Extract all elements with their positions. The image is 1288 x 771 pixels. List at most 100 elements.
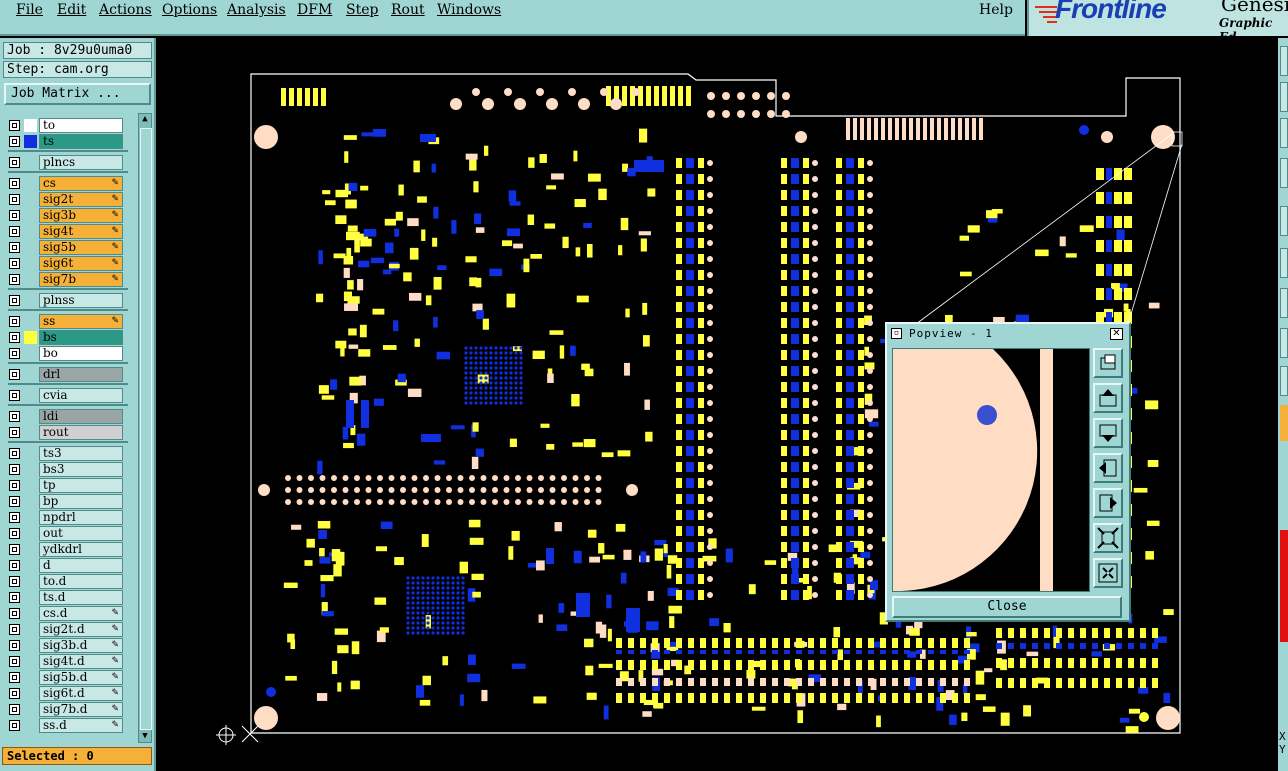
layer-color-swatch[interactable] bbox=[24, 119, 37, 132]
layer-row-d[interactable]: d bbox=[4, 558, 130, 574]
layer-row-sig4t[interactable]: sig4t ✎ bbox=[4, 224, 130, 240]
layer-name[interactable]: plncs bbox=[39, 155, 123, 170]
popview-titlebar[interactable]: ▫ Popview - 1 ✕ bbox=[889, 326, 1127, 342]
layer-row-ss.d[interactable]: ss.d ✎ bbox=[4, 718, 130, 734]
layer-checkbox[interactable] bbox=[9, 688, 20, 699]
layer-name[interactable]: cs.d ✎ bbox=[39, 606, 123, 621]
zoom-out-icon[interactable] bbox=[1093, 558, 1123, 588]
menu-dfm[interactable]: DFM bbox=[297, 2, 332, 18]
layer-name[interactable]: sig4t ✎ bbox=[39, 224, 123, 239]
layer-name[interactable]: plnss bbox=[39, 293, 123, 308]
popview-viewport[interactable] bbox=[892, 348, 1090, 592]
right-tool-button[interactable] bbox=[1280, 118, 1288, 148]
layer-name[interactable]: drl bbox=[39, 367, 123, 382]
pan-left-icon[interactable] bbox=[1093, 453, 1123, 483]
layer-color-swatch[interactable] bbox=[24, 331, 37, 344]
layer-checkbox[interactable] bbox=[9, 624, 20, 635]
right-tool-button[interactable] bbox=[1280, 366, 1288, 396]
layer-row-ldi[interactable]: ldi bbox=[4, 409, 130, 425]
layer-checkbox[interactable] bbox=[9, 528, 20, 539]
layer-checkbox[interactable] bbox=[9, 258, 20, 269]
layer-name[interactable]: npdrl bbox=[39, 510, 123, 525]
layer-name[interactable]: ts.d bbox=[39, 590, 123, 605]
layer-name[interactable]: sig2t.d ✎ bbox=[39, 622, 123, 637]
popview-close-button[interactable]: Close bbox=[892, 596, 1122, 618]
layer-name[interactable]: sig7b.d ✎ bbox=[39, 702, 123, 717]
zoom-fit-icon[interactable] bbox=[1093, 348, 1123, 378]
layer-list-scrollbar[interactable]: ▲ ▼ bbox=[138, 113, 152, 743]
layer-checkbox[interactable] bbox=[9, 480, 20, 491]
layer-row-sig6t.d[interactable]: sig6t.d ✎ bbox=[4, 686, 130, 702]
layer-name[interactable]: ts3 bbox=[39, 446, 123, 461]
layer-name[interactable]: rout bbox=[39, 425, 123, 440]
layer-name[interactable]: sig5b ✎ bbox=[39, 240, 123, 255]
layer-name[interactable]: ldi bbox=[39, 409, 123, 424]
layer-row-drl[interactable]: drl bbox=[4, 367, 130, 383]
layer-name[interactable]: ss.d ✎ bbox=[39, 718, 123, 733]
scroll-down-icon[interactable]: ▼ bbox=[140, 731, 150, 742]
layer-row-cs.d[interactable]: cs.d ✎ bbox=[4, 606, 130, 622]
layer-name[interactable]: sig5b.d ✎ bbox=[39, 670, 123, 685]
menu-rout[interactable]: Rout bbox=[391, 2, 425, 18]
layer-checkbox[interactable] bbox=[9, 672, 20, 683]
layer-row-sig5b[interactable]: sig5b ✎ bbox=[4, 240, 130, 256]
layer-row-sig3b[interactable]: sig3b ✎ bbox=[4, 208, 130, 224]
layer-checkbox[interactable] bbox=[9, 226, 20, 237]
right-tool-button[interactable] bbox=[1280, 158, 1288, 188]
layer-checkbox[interactable] bbox=[9, 496, 20, 507]
layer-checkbox[interactable] bbox=[9, 242, 20, 253]
layer-row-ydkdrl[interactable]: ydkdrl bbox=[4, 542, 130, 558]
scrollbar-thumb[interactable] bbox=[140, 128, 152, 730]
layer-row-sig2t[interactable]: sig2t ✎ bbox=[4, 192, 130, 208]
layer-checkbox[interactable] bbox=[9, 608, 20, 619]
layer-name[interactable]: sig2t ✎ bbox=[39, 192, 123, 207]
pan-right-icon[interactable] bbox=[1093, 488, 1123, 518]
layer-checkbox[interactable] bbox=[9, 120, 20, 131]
layer-checkbox[interactable] bbox=[9, 194, 20, 205]
layer-row-sig6t[interactable]: sig6t ✎ bbox=[4, 256, 130, 272]
layer-checkbox[interactable] bbox=[9, 512, 20, 523]
layer-row-tp[interactable]: tp bbox=[4, 478, 130, 494]
layer-name[interactable]: sig6t ✎ bbox=[39, 256, 123, 271]
layer-checkbox[interactable] bbox=[9, 157, 20, 168]
layer-checkbox[interactable] bbox=[9, 332, 20, 343]
close-icon[interactable]: ✕ bbox=[1110, 328, 1123, 340]
layer-checkbox[interactable] bbox=[9, 178, 20, 189]
right-tool-button[interactable] bbox=[1280, 248, 1288, 278]
layer-name[interactable]: bo bbox=[39, 346, 123, 361]
layer-name[interactable]: sig3b.d ✎ bbox=[39, 638, 123, 653]
layer-name[interactable]: cvia bbox=[39, 388, 123, 403]
layer-checkbox[interactable] bbox=[9, 316, 20, 327]
layer-checkbox[interactable] bbox=[9, 348, 20, 359]
layer-checkbox[interactable] bbox=[9, 210, 20, 221]
menu-options[interactable]: Options bbox=[162, 2, 217, 18]
layer-checkbox[interactable] bbox=[9, 576, 20, 587]
layer-row-sig7b.d[interactable]: sig7b.d ✎ bbox=[4, 702, 130, 718]
layer-checkbox[interactable] bbox=[9, 592, 20, 603]
layer-name[interactable]: bs3 bbox=[39, 462, 123, 477]
layer-row-sig7b[interactable]: sig7b ✎ bbox=[4, 272, 130, 288]
menu-actions[interactable]: Actions bbox=[99, 2, 152, 18]
layer-checkbox[interactable] bbox=[9, 640, 20, 651]
menu-analysis[interactable]: Analysis bbox=[227, 2, 286, 18]
layer-name[interactable]: sig7b ✎ bbox=[39, 272, 123, 287]
job-matrix-button[interactable]: Job Matrix ... bbox=[4, 83, 151, 105]
layer-row-bo[interactable]: bo bbox=[4, 346, 130, 362]
layer-row-plnss[interactable]: plnss bbox=[4, 293, 130, 309]
layer-name[interactable]: ts bbox=[39, 134, 123, 149]
right-tool-button[interactable] bbox=[1280, 288, 1288, 318]
layer-row-plncs[interactable]: plncs bbox=[4, 155, 130, 171]
layer-checkbox[interactable] bbox=[9, 411, 20, 422]
layer-checkbox[interactable] bbox=[9, 369, 20, 380]
layer-checkbox[interactable] bbox=[9, 274, 20, 285]
menu-step[interactable]: Step bbox=[346, 2, 378, 18]
layer-checkbox[interactable] bbox=[9, 720, 20, 731]
layer-checkbox[interactable] bbox=[9, 656, 20, 667]
zoom-in-icon[interactable] bbox=[1093, 523, 1123, 553]
pan-up-icon[interactable] bbox=[1093, 383, 1123, 413]
layer-row-bs[interactable]: bs bbox=[4, 330, 130, 346]
layer-checkbox[interactable] bbox=[9, 136, 20, 147]
layer-name[interactable]: bp bbox=[39, 494, 123, 509]
layer-name[interactable]: bs bbox=[39, 330, 123, 345]
layer-checkbox[interactable] bbox=[9, 295, 20, 306]
